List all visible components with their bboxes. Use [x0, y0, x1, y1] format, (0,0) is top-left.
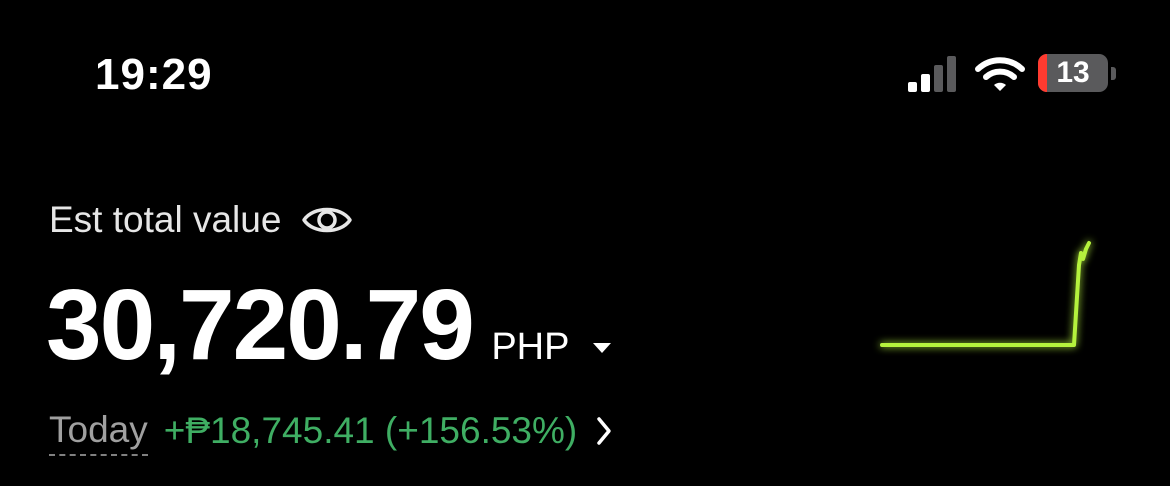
battery-cap — [1111, 67, 1116, 80]
wifi-icon — [975, 57, 1025, 91]
today-label: Today — [49, 406, 148, 456]
status-bar: 19:29 13 — [0, 0, 1170, 150]
battery-level: 13 — [1056, 56, 1090, 89]
value-sparkline — [880, 241, 1091, 347]
est-total-label: Est total value — [49, 199, 282, 240]
today-change-row[interactable]: Today +₱18,745.41 (+156.53%) — [49, 405, 613, 457]
est-total-header: Est total value — [49, 195, 353, 245]
battery-body: 13 — [1038, 54, 1108, 92]
today-change-value: +₱18,745.41 (+156.53%) — [163, 410, 578, 451]
total-value: 30,720.79 — [46, 269, 475, 381]
total-value-row: 30,720.79 PHP — [46, 269, 612, 381]
caret-down-icon — [593, 343, 612, 353]
currency-selector[interactable]: PHP — [491, 326, 612, 369]
battery-icon: 13 — [1038, 54, 1122, 94]
sparkline-path — [880, 241, 1091, 347]
eye-icon[interactable] — [301, 200, 353, 240]
signal-icon — [908, 56, 956, 92]
chevron-right-icon — [597, 417, 611, 445]
status-time: 19:29 — [95, 50, 213, 99]
currency-label: PHP — [491, 326, 569, 368]
